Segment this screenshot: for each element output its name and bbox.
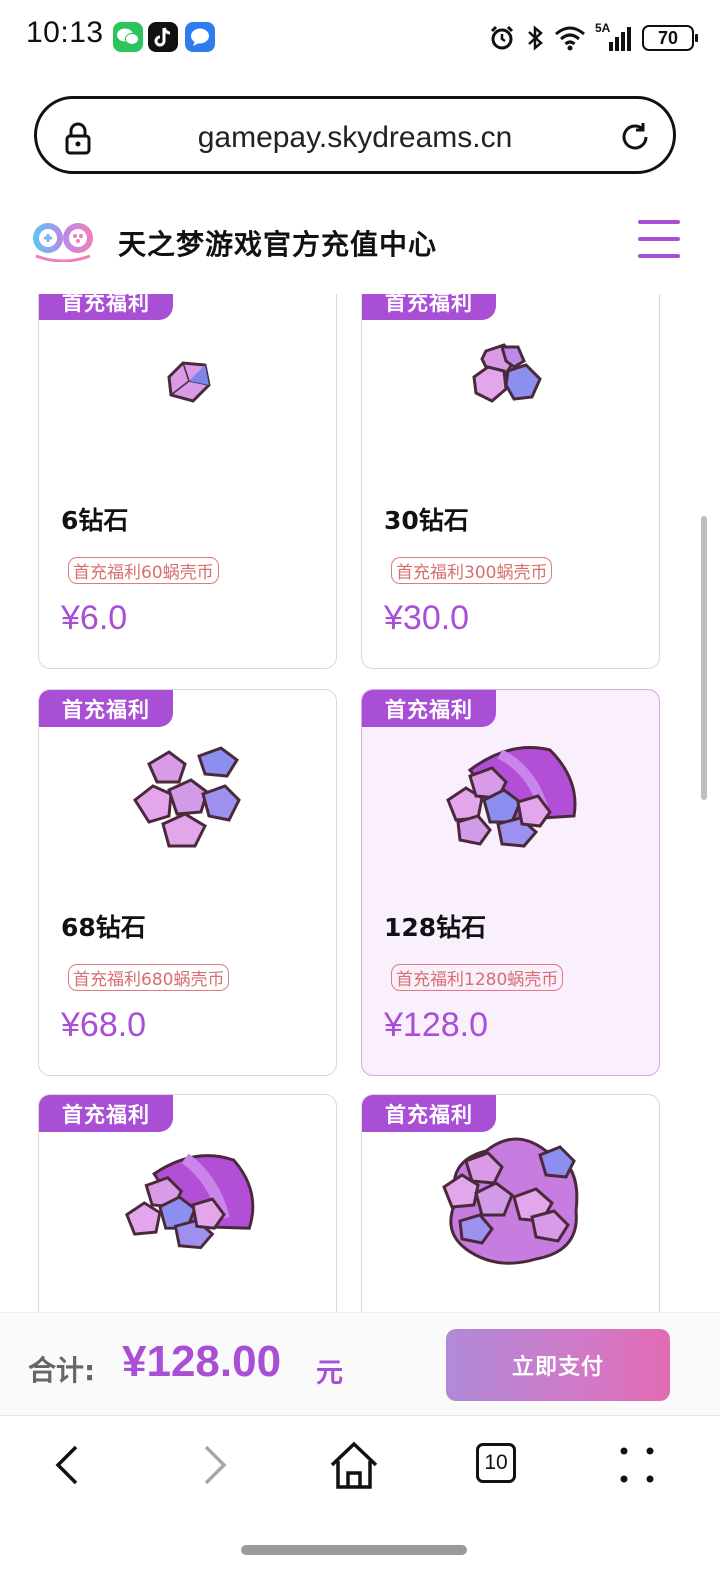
cellular-signal-icon: 5A bbox=[595, 21, 633, 52]
tiktok-icon bbox=[148, 22, 178, 52]
home-icon[interactable] bbox=[324, 1439, 384, 1491]
small-gem-cluster-icon bbox=[472, 343, 542, 403]
product-name: 30钻石 bbox=[384, 506, 469, 535]
product-price: ¥30.0 bbox=[384, 599, 470, 637]
reload-icon[interactable] bbox=[617, 119, 653, 155]
status-time: 10:13 bbox=[26, 16, 104, 49]
product-name: 6钻石 bbox=[61, 506, 129, 535]
bonus-tag: 首充福利60蜗壳币 bbox=[68, 557, 219, 584]
battery-indicator: 70 bbox=[642, 25, 698, 51]
battery-level: 70 bbox=[657, 27, 679, 48]
url-text[interactable]: gamepay.skydreams.cn bbox=[37, 121, 673, 155]
message-app-icon bbox=[185, 22, 215, 52]
alarm-icon bbox=[490, 25, 514, 50]
product-grid[interactable]: 首充福利 6钻石 首充福利60蜗壳币 ¥6.0 首充福利 30钻石 首充福利30… bbox=[0, 294, 720, 1312]
bonus-tag: 首充福利680蜗壳币 bbox=[68, 964, 230, 991]
forward-icon[interactable] bbox=[182, 1439, 242, 1491]
bluetooth-icon bbox=[528, 25, 543, 51]
back-icon[interactable] bbox=[40, 1439, 100, 1491]
first-recharge-badge: 首充福利 bbox=[39, 1095, 173, 1132]
product-price: ¥6.0 bbox=[61, 599, 128, 637]
total-amount: ¥128.00 bbox=[122, 1337, 282, 1386]
scrollbar-thumb[interactable] bbox=[701, 516, 707, 800]
total-unit: 元 bbox=[316, 1358, 343, 1389]
first-recharge-badge: 首充福利 bbox=[362, 294, 496, 320]
gem-treasure-icon bbox=[442, 1137, 579, 1265]
pay-now-button[interactable]: 立即支付 bbox=[446, 1329, 670, 1401]
gem-bag-large-icon bbox=[125, 1153, 255, 1250]
single-gem-icon bbox=[167, 361, 211, 403]
wifi-icon bbox=[555, 26, 585, 51]
first-recharge-badge: 首充福利 bbox=[39, 294, 173, 320]
status-icons: 5A 70 bbox=[488, 20, 698, 56]
status-bar: 10:13 5A 70 bbox=[0, 0, 720, 76]
product-card-128-diamonds[interactable]: 首充福利 128钻石 首充福利1280蜗壳币 ¥128.0 bbox=[361, 689, 660, 1076]
more-options-icon[interactable] bbox=[608, 1439, 668, 1491]
checkout-bar: 合计: ¥128.00 元 立即支付 bbox=[0, 1312, 720, 1416]
home-indicator[interactable] bbox=[241, 1545, 467, 1555]
product-card-6[interactable]: 首充福利 bbox=[361, 1094, 660, 1312]
browser-navigation: 10 bbox=[0, 1417, 720, 1547]
product-price: ¥68.0 bbox=[61, 1006, 147, 1044]
first-recharge-badge: 首充福利 bbox=[362, 690, 496, 727]
tabs-button[interactable]: 10 bbox=[476, 1443, 516, 1483]
bonus-tag: 首充福利300蜗壳币 bbox=[391, 557, 553, 584]
product-card-68-diamonds[interactable]: 首充福利 68钻石 首充福利680蜗壳币 ¥68.0 bbox=[38, 689, 337, 1076]
menu-icon[interactable] bbox=[638, 220, 680, 260]
gem-bag-icon bbox=[446, 746, 577, 848]
wechat-icon bbox=[113, 22, 143, 52]
site-title: 天之梦游戏官方充值中心 bbox=[118, 228, 438, 261]
total-label: 合计: bbox=[28, 1354, 96, 1387]
product-name: 128钻石 bbox=[384, 913, 487, 942]
product-price: ¥128.0 bbox=[384, 1006, 488, 1044]
product-card-6-diamonds[interactable]: 首充福利 6钻石 首充福利60蜗壳币 ¥6.0 bbox=[38, 294, 337, 669]
address-bar[interactable]: gamepay.skydreams.cn bbox=[34, 96, 676, 174]
gem-pile-icon bbox=[133, 746, 241, 848]
product-card-30-diamonds[interactable]: 首充福利 30钻石 首充福利300蜗壳币 ¥30.0 bbox=[361, 294, 660, 669]
first-recharge-badge: 首充福利 bbox=[362, 1095, 496, 1132]
product-card-5[interactable]: 首充福利 bbox=[38, 1094, 337, 1312]
first-recharge-badge: 首充福利 bbox=[39, 690, 173, 727]
site-header: 天之梦游戏官方充值中心 bbox=[0, 196, 720, 288]
product-name: 68钻石 bbox=[61, 913, 146, 942]
site-logo[interactable] bbox=[30, 218, 100, 262]
bonus-tag: 首充福利1280蜗壳币 bbox=[391, 964, 564, 991]
